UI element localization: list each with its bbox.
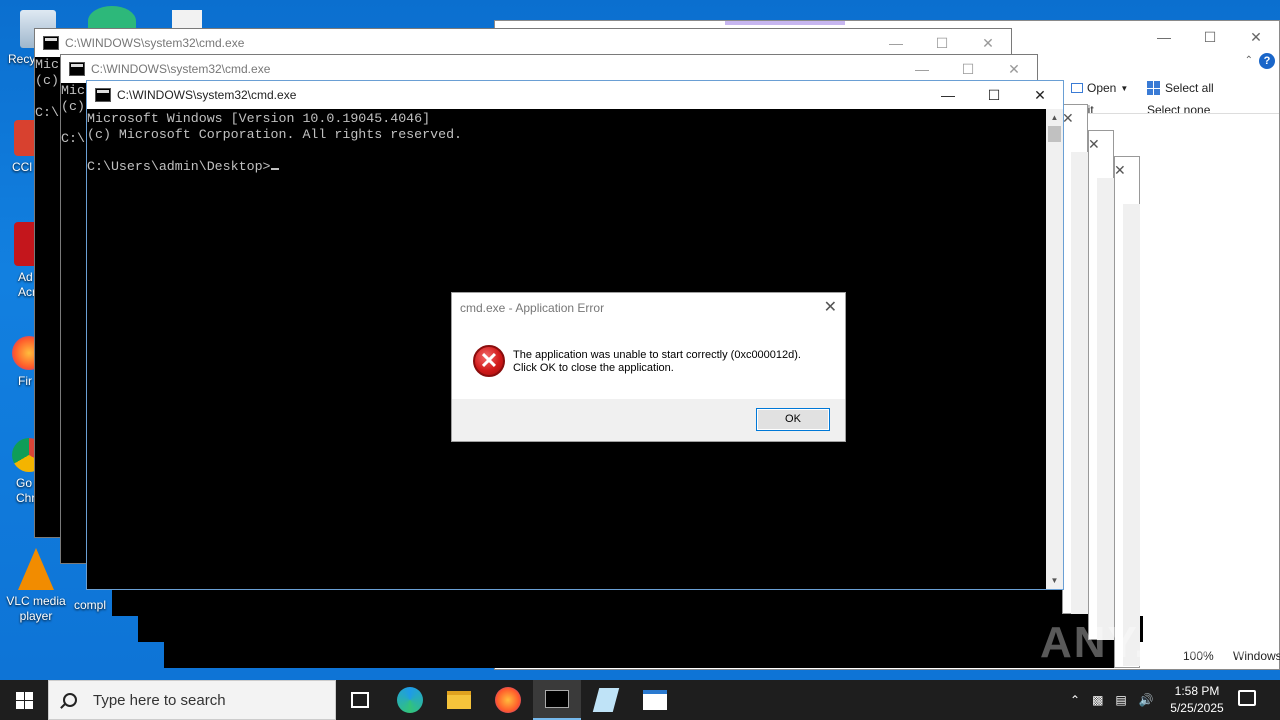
vertical-scrollbar[interactable]: ▲ ▼ — [1046, 109, 1063, 589]
title-bar[interactable]: C:\WINDOWS\system32\cmd.exe — ☐ ✕ — [35, 29, 1011, 57]
folder-icon — [447, 691, 471, 709]
taskbar-app-button[interactable] — [631, 680, 679, 720]
task-view-button[interactable] — [336, 680, 384, 720]
clock-time: 1:58 PM — [1174, 684, 1220, 698]
taskbar-firefox-button[interactable] — [484, 680, 532, 720]
open-label: Open — [1087, 81, 1117, 95]
open-icon — [1071, 83, 1083, 93]
maximize-button[interactable]: ☐ — [919, 29, 965, 57]
battery-icon[interactable]: ▩ — [1092, 693, 1103, 707]
title-bar[interactable]: C:\WINDOWS\system32\cmd.exe — ☐ ✕ — [87, 81, 1063, 109]
select-none-label: Select none — [1147, 103, 1211, 117]
search-placeholder: Type here to search — [93, 691, 226, 709]
edge-icon — [397, 687, 423, 713]
text-cursor — [270, 168, 279, 170]
console-line-version: Microsoft Windows [Version 10.0.19045.40… — [87, 111, 431, 126]
hidden-scrollbar-2[interactable] — [1097, 178, 1114, 640]
cmd-icon — [95, 88, 111, 102]
minimize-button[interactable]: — — [899, 55, 945, 83]
chevron-up-icon[interactable]: ⌃ — [1070, 693, 1080, 707]
cmd-icon — [69, 62, 85, 76]
close-button[interactable]: ✕ — [991, 55, 1037, 83]
select-all-icon — [1147, 81, 1161, 95]
cmd-icon — [545, 690, 569, 708]
application-error-dialog[interactable]: cmd.exe - Application Error ✕ ✕ The appl… — [451, 292, 846, 442]
error-icon: ✕ — [473, 345, 505, 377]
network-icon[interactable]: ▤ — [1115, 693, 1126, 707]
volume-icon[interactable]: 🔊 — [1139, 693, 1154, 707]
minimize-button[interactable]: — — [925, 81, 971, 109]
taskbar-edge-button[interactable] — [386, 680, 434, 720]
cmd-icon — [43, 36, 59, 50]
desktop: Recy CCl Ad Acr Fir Go Chr VLC media pla… — [0, 0, 1280, 680]
window-title: C:\WINDOWS\system32\cmd.exe — [65, 36, 245, 50]
select-all-label: Select all — [1165, 81, 1214, 95]
vlc-label: VLC media player — [6, 594, 66, 623]
chevron-down-icon: ▼ — [1120, 83, 1129, 93]
clock[interactable]: 1:58 PM 5/25/2025 — [1160, 683, 1234, 717]
console-text: Microsoft Windows [Version 10.0.19045.40… — [87, 109, 1063, 175]
close-button[interactable]: ✕ — [1017, 81, 1063, 109]
dialog-title: cmd.exe - Application Error — [460, 301, 605, 315]
scroll-up-icon[interactable]: ▲ — [1046, 109, 1063, 126]
dialog-message-line2: Click OK to close the application. — [513, 362, 674, 374]
select-none-button[interactable]: Select none — [1147, 103, 1210, 117]
maximize-button[interactable]: ☐ — [945, 55, 991, 83]
maximize-button[interactable]: ☐ — [971, 81, 1017, 109]
close-button[interactable]: ✕ — [965, 29, 1011, 57]
dialog-message-line1: The application was unable to start corr… — [513, 349, 801, 361]
select-all-button[interactable]: Select all — [1147, 81, 1214, 95]
title-bar[interactable]: C:\WINDOWS\system32\cmd.exe — ☐ ✕ — [61, 55, 1037, 83]
window-title: C:\WINDOWS\system32\cmd.exe — [91, 62, 271, 76]
hidden-close-icon-3[interactable]: ✕ — [1114, 162, 1126, 179]
start-button[interactable] — [0, 680, 48, 720]
scroll-thumb[interactable] — [1048, 126, 1061, 142]
console-prompt: C:\Users\admin\Desktop> — [87, 159, 271, 174]
notepad-icon — [592, 688, 620, 712]
system-tray: ⌃ ▩ ▤ 🔊 — [1070, 680, 1154, 720]
taskbar-search-box[interactable]: Type here to search — [48, 680, 336, 720]
ok-button[interactable]: OK — [756, 408, 830, 431]
dialog-close-icon[interactable]: ✕ — [824, 297, 837, 317]
console-remnant-3 — [164, 642, 1140, 668]
explorer-tab-accent — [725, 21, 845, 25]
anyrun-watermark: ANY.RUN — [1040, 618, 1250, 667]
hidden-scrollbar-1[interactable] — [1071, 152, 1088, 614]
search-icon — [63, 693, 77, 707]
clock-date: 5/25/2025 — [1170, 701, 1224, 715]
explorer-maximize-button[interactable]: ☐ — [1187, 23, 1233, 51]
notification-icon[interactable] — [1238, 690, 1256, 706]
window-title: C:\WINDOWS\system32\cmd.exe — [117, 88, 297, 102]
windows-logo-icon — [15, 691, 33, 709]
hidden-close-icon-2[interactable]: ✕ — [1088, 136, 1100, 153]
console-remnant-2 — [138, 616, 1143, 642]
dialog-message: The application was unable to start corr… — [513, 349, 801, 375]
hidden-scrollbar-3[interactable] — [1123, 204, 1140, 666]
taskbar-cmd-button[interactable] — [533, 680, 581, 720]
task-view-icon — [351, 692, 369, 708]
taskbar: Type here to search ⌃ ▩ ▤ 🔊 1:58 PM 5/25… — [0, 680, 1280, 720]
minimize-button[interactable]: — — [873, 29, 919, 57]
taskbar-file-explorer-button[interactable] — [435, 680, 483, 720]
firefox-icon — [495, 687, 521, 713]
explorer-minimize-button[interactable]: — — [1141, 23, 1187, 51]
scroll-down-icon[interactable]: ▼ — [1046, 572, 1063, 589]
explorer-close-button[interactable]: ✕ — [1233, 23, 1279, 51]
help-icon[interactable]: ? — [1259, 53, 1275, 69]
dialog-footer: OK — [452, 399, 845, 441]
console-line-copyright: (c) Microsoft Corporation. All rights re… — [87, 127, 463, 142]
taskbar-notepad-button[interactable] — [582, 680, 630, 720]
ribbon-collapse-icon[interactable]: ⌃ — [1245, 55, 1253, 66]
window-app-icon — [643, 690, 667, 710]
open-button[interactable]: Open ▼ — [1071, 81, 1128, 95]
console-remnant-1 — [112, 590, 1117, 616]
